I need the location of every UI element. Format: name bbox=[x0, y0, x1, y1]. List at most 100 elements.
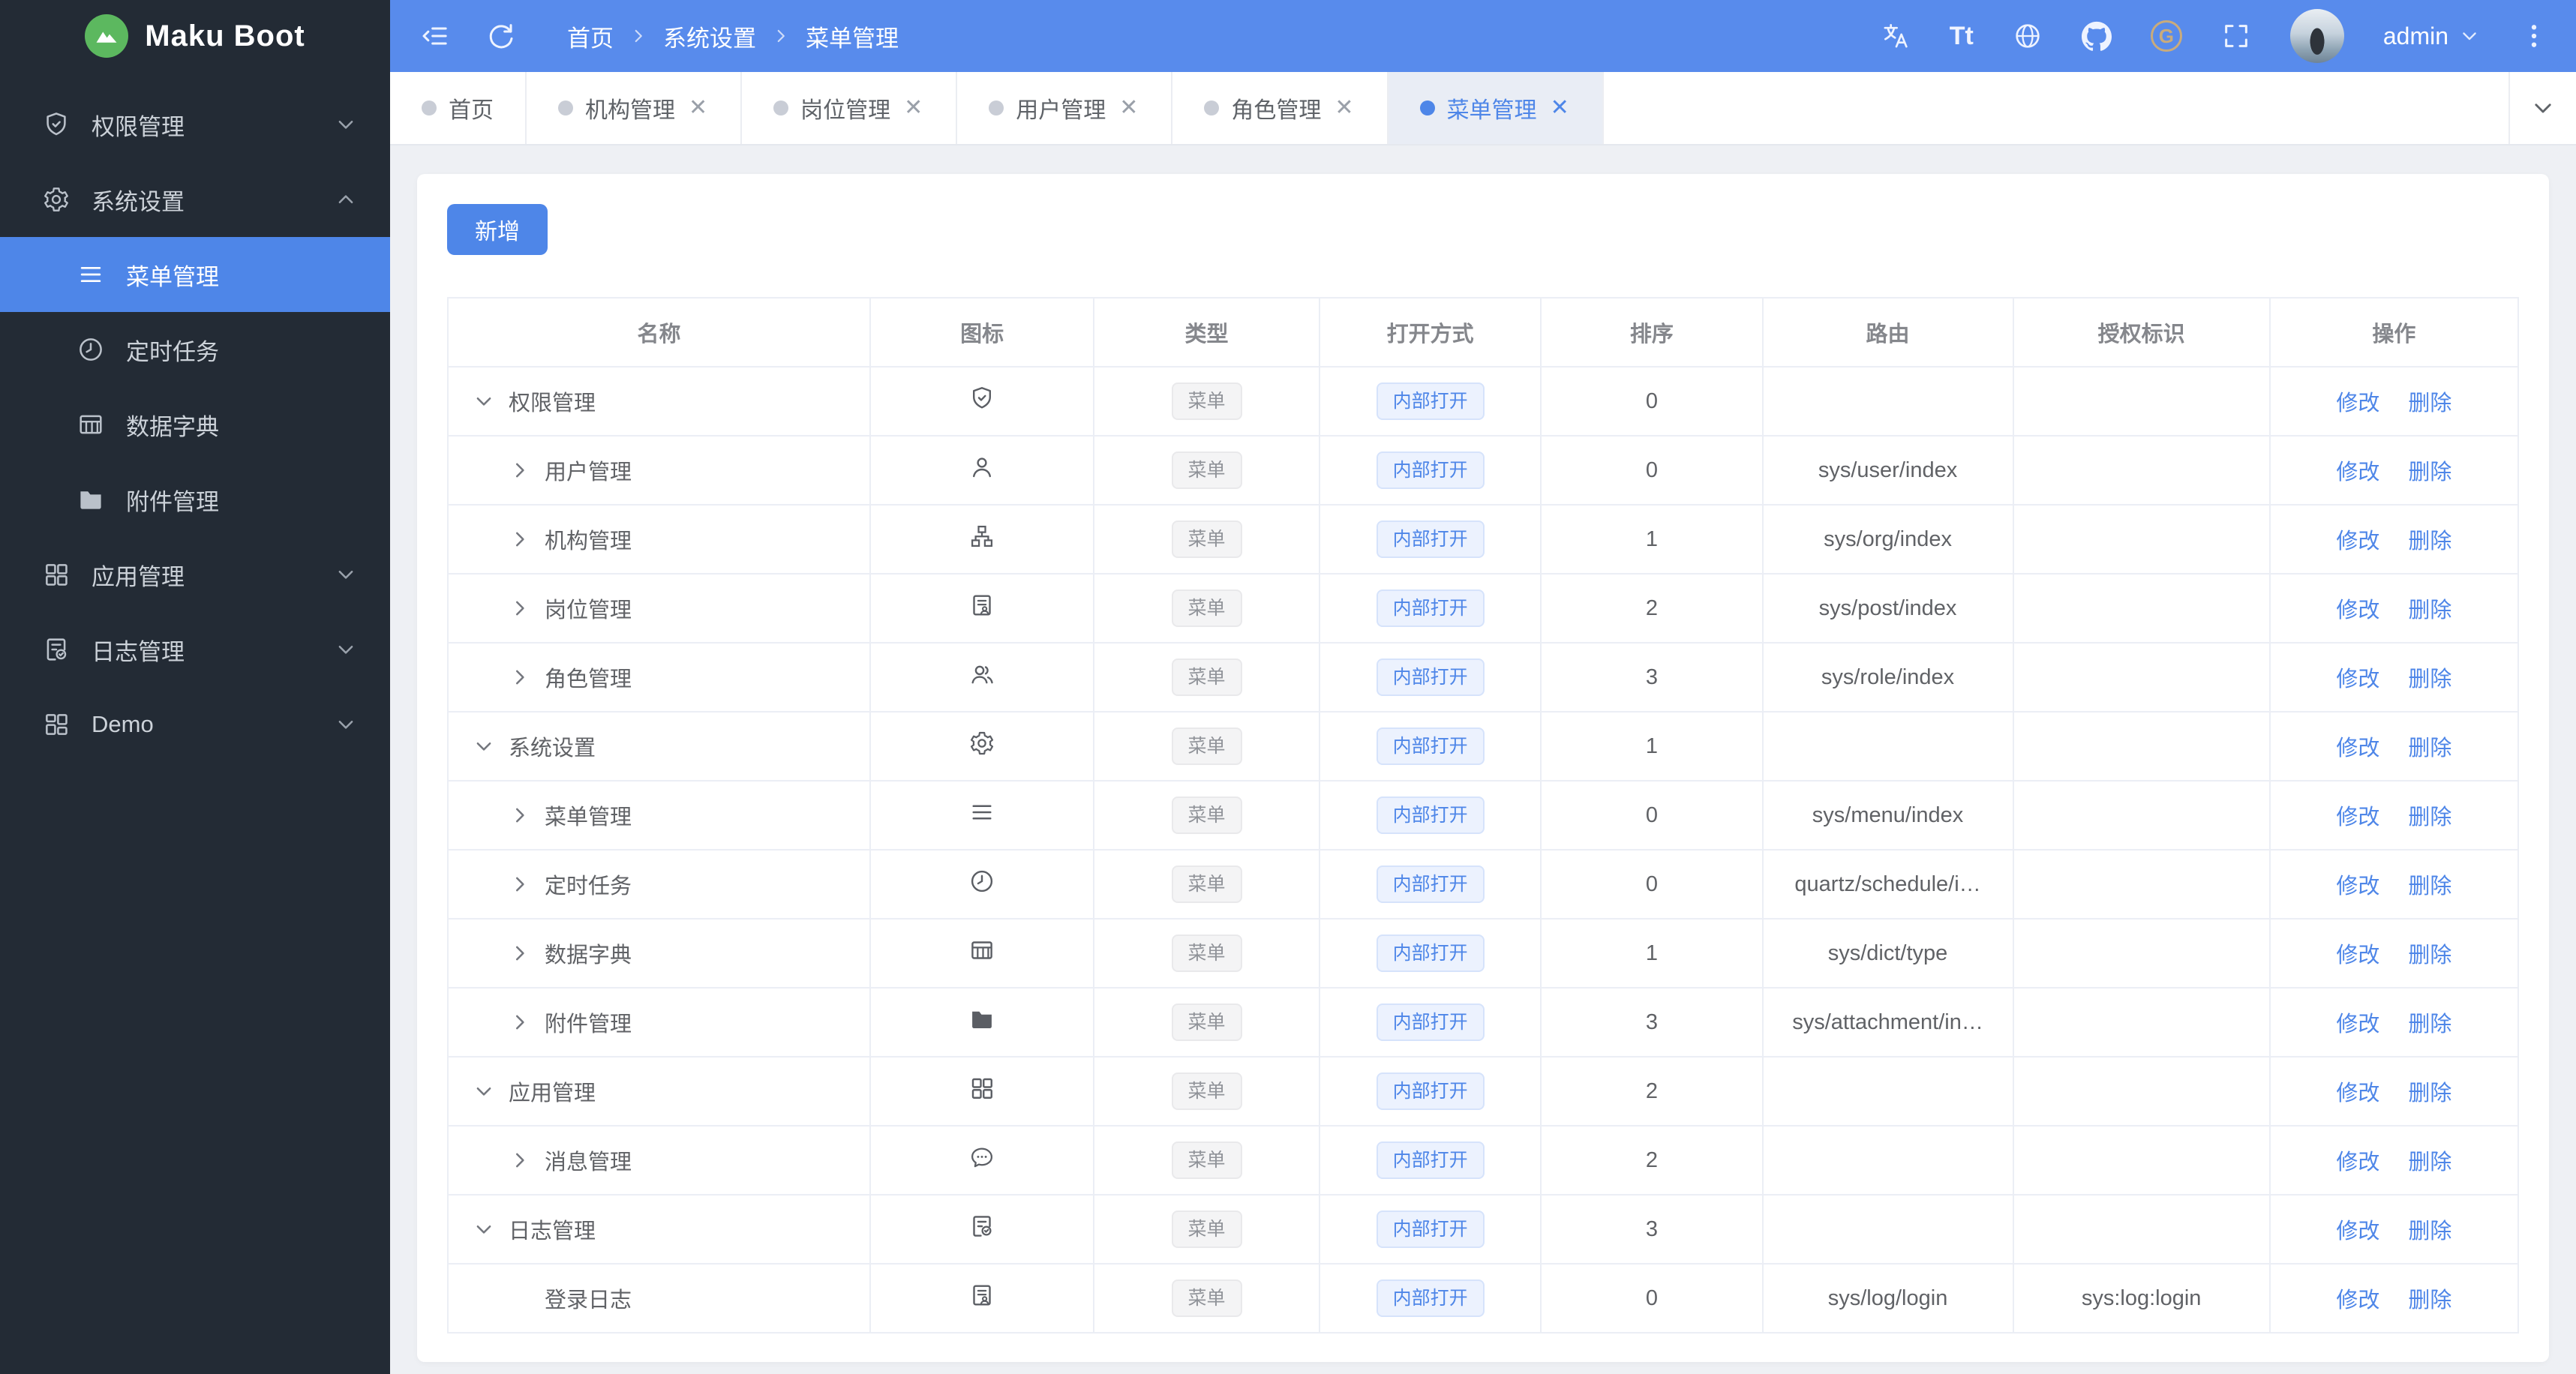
globe-icon[interactable] bbox=[2013, 21, 2043, 51]
edit-link[interactable]: 修改 bbox=[2336, 392, 2379, 416]
col-auth: 授权标识 bbox=[2012, 297, 2271, 368]
tab-org-management[interactable]: 机构管理 ✕ bbox=[527, 72, 743, 144]
sidebar-collapse-icon[interactable] bbox=[420, 21, 450, 51]
expand-arrow-icon[interactable] bbox=[509, 1011, 531, 1034]
expand-arrow-icon[interactable] bbox=[509, 804, 531, 826]
expand-arrow-icon[interactable] bbox=[509, 528, 531, 550]
row-auth bbox=[2012, 1125, 2271, 1196]
type-tag: 菜单 bbox=[1171, 1210, 1242, 1249]
edit-link[interactable]: 修改 bbox=[2336, 668, 2379, 692]
delete-link[interactable]: 删除 bbox=[2408, 530, 2451, 554]
tab-overflow-button[interactable] bbox=[2508, 72, 2576, 144]
sidebar-item-permissions[interactable]: 权限管理 bbox=[0, 87, 390, 162]
sidebar-item-data-dictionary[interactable]: 数据字典 bbox=[0, 387, 390, 462]
tab-home[interactable]: 首页 bbox=[390, 72, 527, 144]
font-size-icon[interactable]: Tt bbox=[1950, 23, 1974, 49]
col-icon: 图标 bbox=[869, 297, 1095, 368]
more-vertical-icon[interactable] bbox=[2519, 21, 2549, 51]
edit-link[interactable]: 修改 bbox=[2336, 1220, 2379, 1244]
edit-link[interactable]: 修改 bbox=[2336, 736, 2379, 760]
expand-arrow-icon[interactable] bbox=[509, 873, 531, 896]
github-icon[interactable] bbox=[2082, 21, 2112, 51]
avatar[interactable] bbox=[2289, 9, 2344, 63]
open-mode-tag: 内部打开 bbox=[1376, 658, 1485, 697]
sidebar-item-scheduled-tasks[interactable]: 定时任务 bbox=[0, 312, 390, 387]
open-mode-tag: 内部打开 bbox=[1376, 1072, 1485, 1111]
sidebar-item-log-management[interactable]: 日志管理 bbox=[0, 612, 390, 687]
delete-link[interactable]: 删除 bbox=[2408, 1150, 2451, 1174]
expand-arrow-icon[interactable] bbox=[509, 459, 531, 482]
sidebar-item-app-management[interactable]: 应用管理 bbox=[0, 537, 390, 612]
open-mode-tag: 内部打开 bbox=[1376, 796, 1485, 835]
delete-link[interactable]: 删除 bbox=[2408, 736, 2451, 760]
tab-user-management[interactable]: 用户管理 ✕ bbox=[957, 72, 1173, 144]
col-route: 路由 bbox=[1761, 297, 2014, 368]
edit-link[interactable]: 修改 bbox=[2336, 806, 2379, 830]
delete-link[interactable]: 删除 bbox=[2408, 1082, 2451, 1106]
delete-link[interactable]: 删除 bbox=[2408, 1220, 2451, 1244]
delete-link[interactable]: 删除 bbox=[2408, 944, 2451, 968]
add-button[interactable]: 新增 bbox=[447, 204, 548, 255]
delete-link[interactable]: 删除 bbox=[2408, 668, 2451, 692]
sidebar-item-label: 应用管理 bbox=[92, 563, 185, 590]
expand-arrow-icon[interactable] bbox=[473, 1218, 495, 1240]
delete-link[interactable]: 删除 bbox=[2408, 806, 2451, 830]
edit-link[interactable]: 修改 bbox=[2336, 944, 2379, 968]
row-route: sys/menu/index bbox=[1761, 780, 2014, 850]
sidebar-item-system-settings[interactable]: 系统设置 bbox=[0, 162, 390, 237]
delete-link[interactable]: 删除 bbox=[2408, 874, 2451, 898]
breadcrumb-system-settings[interactable]: 系统设置 bbox=[663, 20, 756, 53]
breadcrumb-separator-icon bbox=[771, 26, 791, 46]
tab-close-icon[interactable]: ✕ bbox=[1118, 97, 1139, 119]
row-name: 定时任务 bbox=[545, 874, 632, 898]
tab-role-management[interactable]: 角色管理 ✕ bbox=[1172, 72, 1389, 144]
table-row: 菜单管理 菜单 内部打开 0 sys/menu/index 修改 删除 bbox=[446, 780, 2520, 850]
gitee-icon[interactable]: G bbox=[2150, 20, 2182, 52]
col-actions: 操作 bbox=[2268, 297, 2520, 368]
tab-close-icon[interactable]: ✕ bbox=[902, 97, 924, 119]
breadcrumb-home[interactable]: 首页 bbox=[567, 20, 614, 53]
translate-icon[interactable] bbox=[1881, 21, 1911, 51]
tab-close-icon[interactable]: ✕ bbox=[1549, 97, 1571, 119]
user-menu[interactable]: admin bbox=[2383, 22, 2480, 50]
delete-link[interactable]: 删除 bbox=[2408, 598, 2451, 622]
sidebar-item-attachments[interactable]: 附件管理 bbox=[0, 462, 390, 537]
delete-link[interactable]: 删除 bbox=[2408, 1012, 2451, 1036]
tab-post-management[interactable]: 岗位管理 ✕ bbox=[742, 72, 958, 144]
expand-arrow-icon[interactable] bbox=[473, 735, 495, 758]
tab-close-icon[interactable]: ✕ bbox=[1333, 97, 1355, 119]
tab-close-icon[interactable]: ✕ bbox=[687, 97, 709, 119]
type-tag: 菜单 bbox=[1171, 1072, 1242, 1111]
expand-arrow-icon[interactable] bbox=[473, 390, 495, 412]
fullscreen-icon[interactable] bbox=[2221, 21, 2251, 51]
edit-link[interactable]: 修改 bbox=[2336, 1082, 2379, 1106]
delete-link[interactable]: 删除 bbox=[2408, 1288, 2451, 1312]
expand-arrow-icon[interactable] bbox=[509, 1149, 531, 1172]
edit-link[interactable]: 修改 bbox=[2336, 530, 2379, 554]
edit-link[interactable]: 修改 bbox=[2336, 1288, 2379, 1312]
expand-arrow-icon[interactable] bbox=[509, 942, 531, 964]
table-row: 登录日志 菜单 内部打开 0 sys/log/login sys:log:log… bbox=[446, 1263, 2520, 1334]
logo-mountain-icon bbox=[85, 14, 129, 58]
sidebar-item-label: 数据字典 bbox=[126, 413, 219, 440]
row-route bbox=[1761, 1056, 2014, 1126]
expand-arrow-icon[interactable] bbox=[509, 597, 531, 620]
table-row: 权限管理 菜单 内部打开 0 修改 删除 bbox=[446, 366, 2520, 436]
refresh-icon[interactable] bbox=[486, 21, 516, 51]
edit-link[interactable]: 修改 bbox=[2336, 1012, 2379, 1036]
open-mode-tag: 内部打开 bbox=[1376, 520, 1485, 559]
edit-link[interactable]: 修改 bbox=[2336, 1150, 2379, 1174]
edit-link[interactable]: 修改 bbox=[2336, 598, 2379, 622]
breadcrumb-menu-management[interactable]: 菜单管理 bbox=[806, 20, 899, 53]
tab-menu-management[interactable]: 菜单管理 ✕ bbox=[1388, 72, 1604, 144]
open-mode-tag: 内部打开 bbox=[1376, 589, 1485, 628]
sidebar-item-menu-management[interactable]: 菜单管理 bbox=[0, 237, 390, 312]
sidebar-item-demo[interactable]: Demo bbox=[0, 687, 390, 762]
delete-link[interactable]: 删除 bbox=[2408, 392, 2451, 416]
document-check-icon bbox=[42, 635, 71, 664]
edit-link[interactable]: 修改 bbox=[2336, 460, 2379, 484]
delete-link[interactable]: 删除 bbox=[2408, 460, 2451, 484]
expand-arrow-icon[interactable] bbox=[473, 1080, 495, 1102]
expand-arrow-icon[interactable] bbox=[509, 666, 531, 688]
edit-link[interactable]: 修改 bbox=[2336, 874, 2379, 898]
